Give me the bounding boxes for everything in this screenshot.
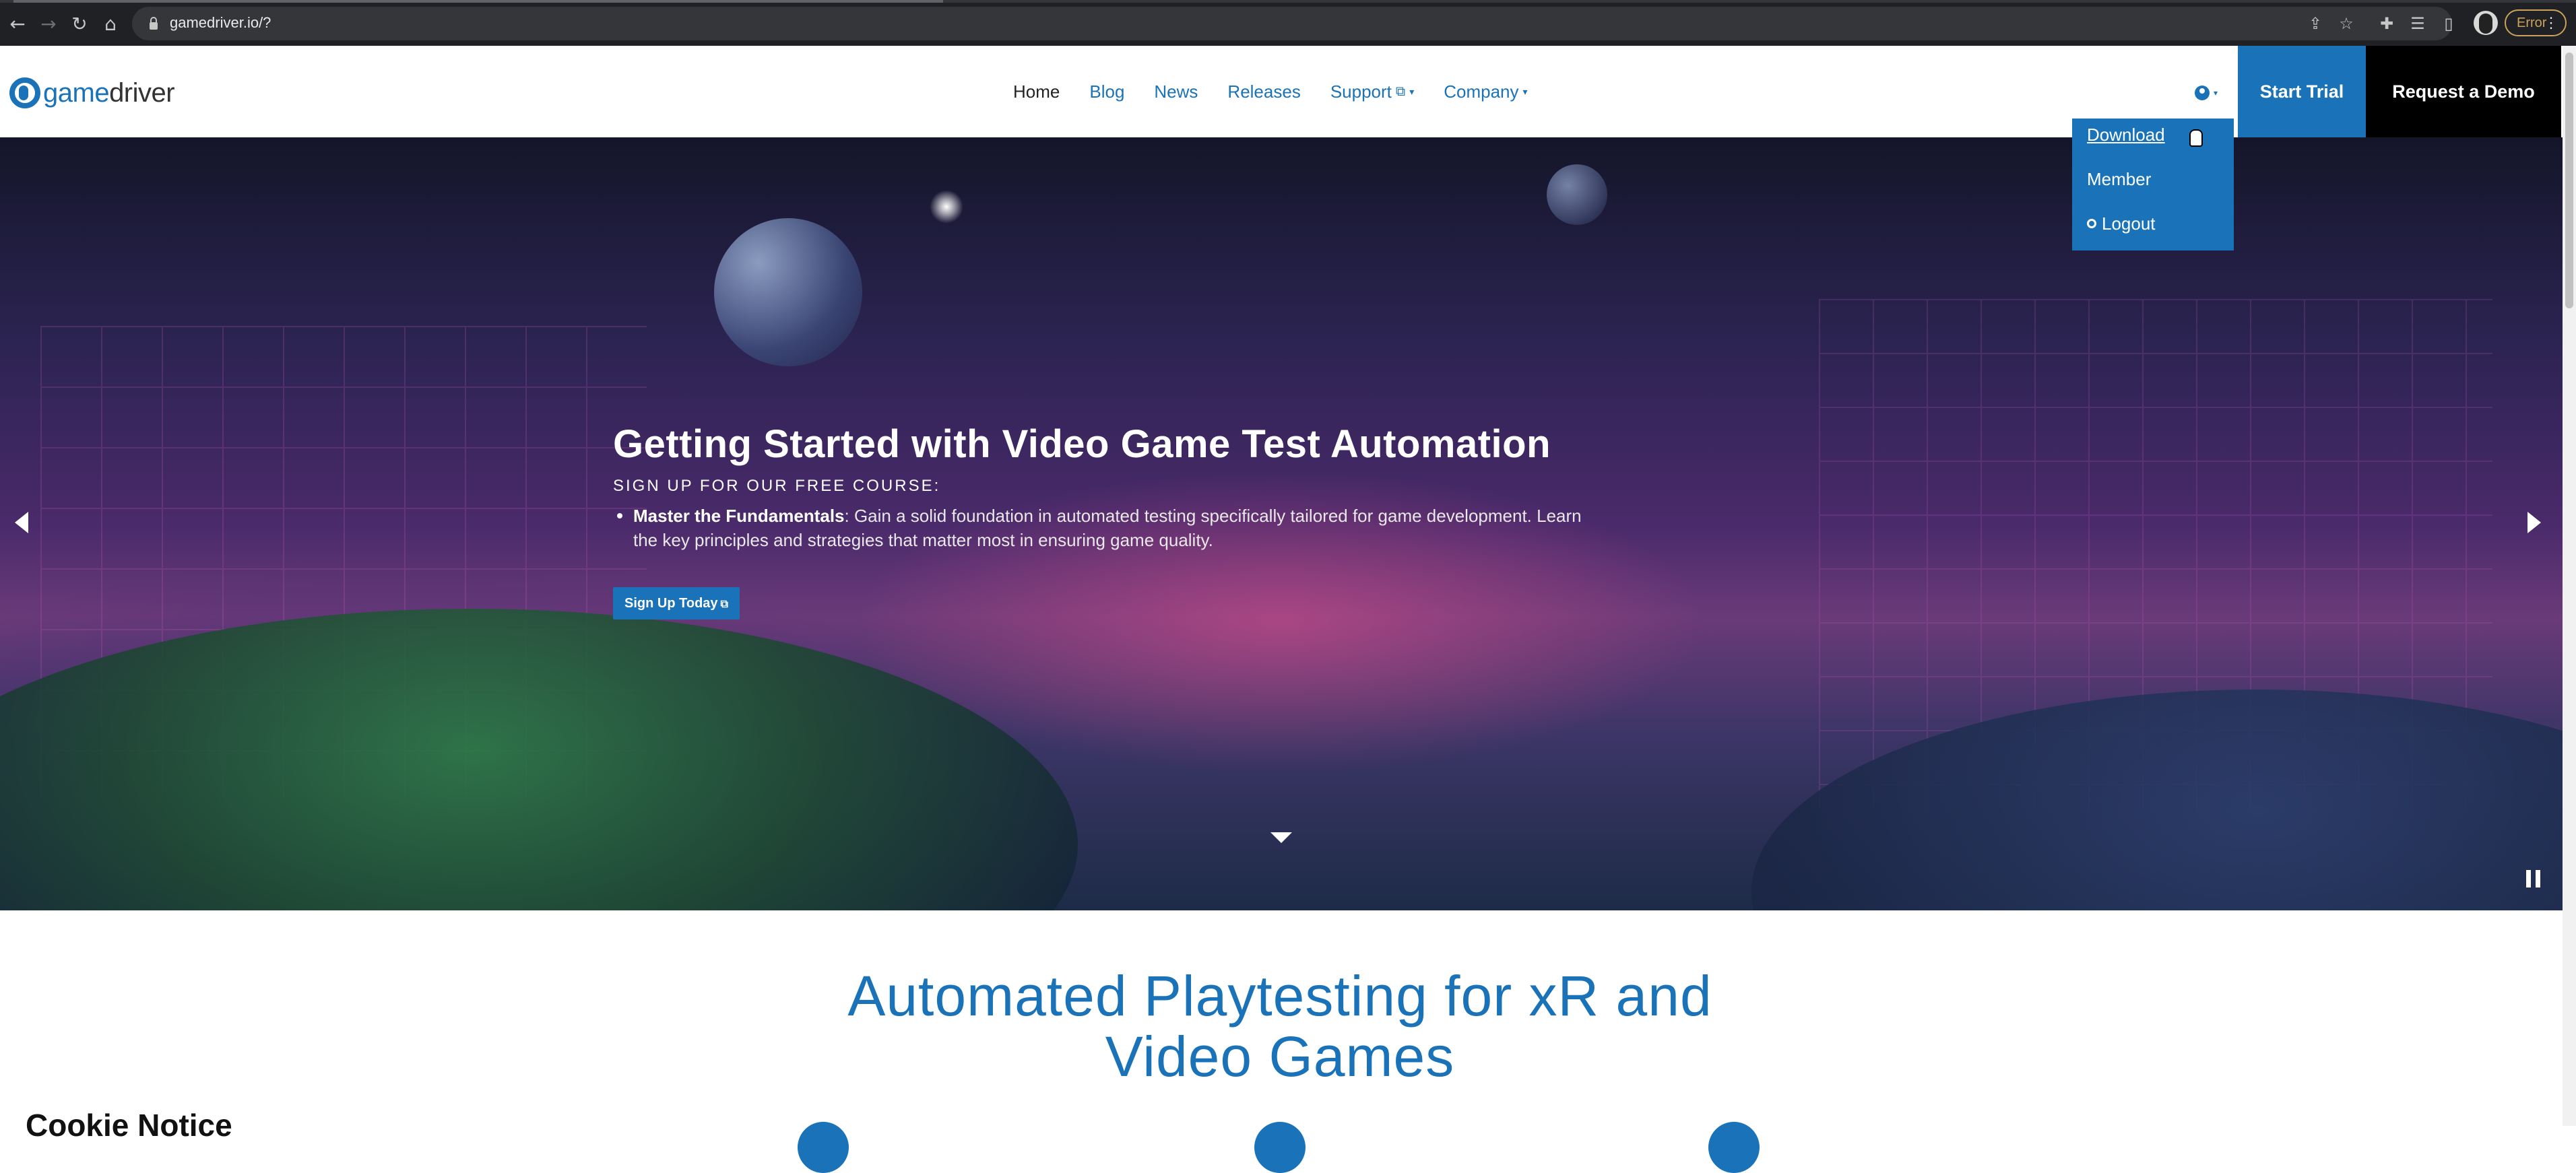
carousel-next-icon[interactable]: [2527, 512, 2541, 533]
user-circle-icon: [2195, 86, 2210, 100]
cookie-notice-title: Cookie Notice: [26, 1108, 232, 1143]
section-title-line1: Automated Playtesting for xR and: [847, 964, 1712, 1028]
pause-icon[interactable]: [2526, 870, 2541, 887]
nav-support[interactable]: Support ⧉ ▾: [1330, 78, 1414, 105]
start-trial-button[interactable]: Start Trial: [2238, 46, 2366, 137]
reload-icon[interactable]: ↻: [67, 12, 92, 36]
nav-blog[interactable]: Blog: [1089, 78, 1124, 105]
scroll-down-icon[interactable]: [1270, 832, 1292, 843]
request-demo-button[interactable]: Request a Demo: [2366, 46, 2561, 137]
section-title-line2: Video Games: [1105, 1025, 1455, 1088]
main-nav: Home Blog News Releases Support ⧉ ▾ Compan…: [1013, 78, 1557, 105]
caret-down-icon: ▾: [1409, 86, 1415, 97]
logo-mark-icon: [9, 77, 40, 108]
browser-chrome: ← → ↻ ⌂ gamedriver.io/? ⇪ ☆ ✚ ☰ ▯ Error …: [0, 0, 2576, 46]
active-tab-indicator: [13, 0, 943, 3]
hill-illustration: [0, 609, 1078, 910]
hand-pointer-icon: [2189, 129, 2203, 147]
share-icon[interactable]: ⇪: [2304, 12, 2327, 35]
forward-icon[interactable]: →: [36, 12, 61, 36]
logout-icon: [2087, 219, 2096, 229]
scrollbar-thumb[interactable]: [2565, 53, 2573, 308]
menu-item-download[interactable]: Download: [2087, 123, 2165, 147]
hero-subtitle: SIGN UP FOR OUR FREE COURSE:: [613, 477, 941, 495]
nav-releases[interactable]: Releases: [1227, 78, 1300, 105]
nav-company-label: Company: [1444, 81, 1519, 102]
nav-news-label: News: [1154, 81, 1198, 102]
error-badge[interactable]: Error ⋮: [2505, 9, 2567, 36]
nav-company[interactable]: Company ▾: [1444, 78, 1527, 105]
nav-news[interactable]: News: [1154, 78, 1198, 105]
sign-up-button[interactable]: Sign Up Today ⧉: [613, 587, 740, 619]
external-link-icon: ⧉: [1395, 84, 1406, 99]
back-icon[interactable]: ←: [5, 12, 30, 36]
user-dropdown-menu: Download Member Logout: [2072, 119, 2234, 250]
error-label: Error: [2517, 15, 2547, 30]
hero-carousel: Getting Started with Video Game Test Aut…: [0, 137, 2563, 910]
feature-icon: [798, 1122, 849, 1173]
bullet-dot: [617, 513, 622, 518]
planet-illustration: [714, 218, 862, 366]
extensions-icon[interactable]: ✚: [2375, 12, 2398, 35]
side-panel-icon[interactable]: ▯: [2437, 12, 2460, 35]
caret-down-icon: ▾: [2214, 88, 2218, 98]
nav-support-label: Support: [1330, 81, 1392, 102]
carousel-prev-icon[interactable]: [15, 512, 28, 533]
feature-icon: [1708, 1122, 1760, 1173]
logo-text-driver: driver: [109, 77, 175, 108]
reading-list-icon[interactable]: ☰: [2406, 12, 2429, 35]
nav-releases-label: Releases: [1227, 81, 1301, 102]
url-text[interactable]: gamedriver.io/?: [170, 13, 271, 32]
sign-up-label: Sign Up Today: [624, 596, 718, 611]
caret-down-icon: ▾: [1522, 86, 1528, 97]
user-menu-toggle[interactable]: ▾: [2195, 81, 2226, 105]
address-bar[interactable]: [132, 7, 2452, 40]
nav-blog-label: Blog: [1089, 81, 1125, 102]
moon-illustration: [1547, 164, 1607, 225]
nav-home[interactable]: Home: [1013, 78, 1060, 105]
lock-icon: [150, 17, 158, 30]
section-title: Automated Playtesting for xR and Video G…: [741, 966, 1819, 1087]
nav-home-label: Home: [1013, 81, 1060, 102]
hero-bullet: Master the Fundamentals: Gain a solid fo…: [613, 504, 1597, 552]
gamedriver-logo[interactable]: gamedriver: [9, 74, 175, 112]
star-illustration: [930, 190, 963, 224]
menu-item-member[interactable]: Member: [2087, 167, 2151, 191]
bullet-lead: Master the Fundamentals: [633, 506, 845, 526]
home-icon[interactable]: ⌂: [98, 12, 123, 36]
hero-title: Getting Started with Video Game Test Aut…: [613, 422, 1551, 466]
external-link-icon: ⧉: [720, 599, 728, 610]
menu-item-logout-label: Logout: [2102, 213, 2156, 234]
menu-item-logout[interactable]: Logout: [2087, 211, 2156, 236]
logo-text-game: game: [43, 77, 110, 108]
page-scrollbar[interactable]: [2563, 46, 2576, 1126]
profile-avatar[interactable]: [2474, 11, 2498, 35]
menu-kebab-icon[interactable]: ⋮: [2544, 11, 2558, 35]
feature-icon: [1254, 1122, 1306, 1173]
bookmark-star-icon[interactable]: ☆: [2335, 12, 2358, 35]
